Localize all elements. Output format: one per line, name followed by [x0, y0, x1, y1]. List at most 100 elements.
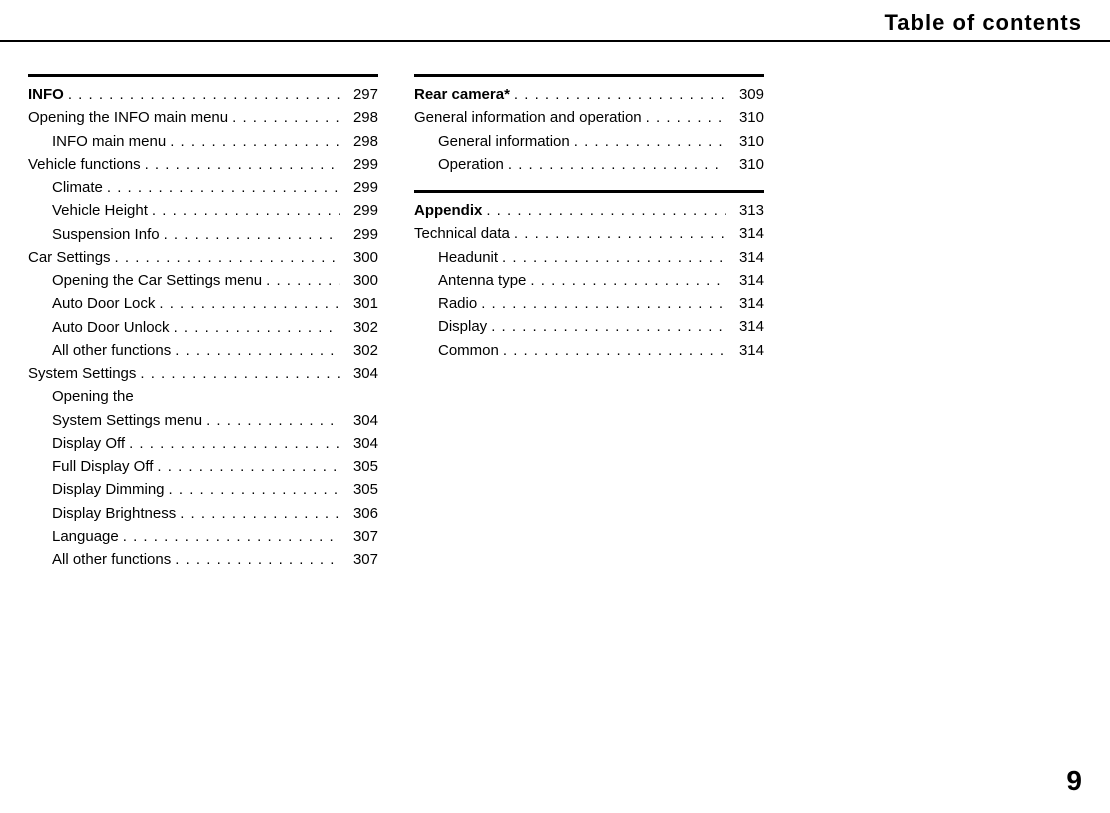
- toc-dots: . . . . . . . . . . . . . . . . . . . . …: [155, 292, 340, 315]
- toc-row: Common . . . . . . . . . . . . . . . . .…: [414, 339, 764, 362]
- toc-dots: . . . . . . . . . . . . . . . . . . . . …: [148, 199, 340, 222]
- toc-page: 314: [726, 246, 764, 269]
- toc-dots: . . . . . . . . . . . . . . . . . . . . …: [176, 502, 340, 525]
- toc-label: Display Brightness: [28, 502, 176, 525]
- toc-dots: . . . . . . . . . . . . . . . . . . . . …: [160, 223, 340, 246]
- toc-row: System Settings . . . . . . . . . . . . …: [28, 362, 378, 385]
- toc-row: Display Dimming . . . . . . . . . . . . …: [28, 478, 378, 501]
- toc-row: Display Off . . . . . . . . . . . . . . …: [28, 432, 378, 455]
- toc-row: Opening the: [28, 385, 378, 408]
- toc-row: System Settings menu . . . . . . . . . .…: [28, 409, 378, 432]
- toc-row: Display Brightness . . . . . . . . . . .…: [28, 502, 378, 525]
- toc-dots: . . . . . . . . . . . . . . . . . . . . …: [170, 316, 340, 339]
- toc-dots: . . . . . . . . . . . . . . . . . . . . …: [499, 339, 726, 362]
- toc-page: 307: [340, 525, 378, 548]
- toc-page: 299: [340, 199, 378, 222]
- toc-label: Headunit: [414, 246, 498, 269]
- toc-row: Auto Door Lock . . . . . . . . . . . . .…: [28, 292, 378, 315]
- toc-dots: . . . . . . . . . . . . . . . . . . . . …: [482, 199, 726, 222]
- toc-page: 314: [726, 339, 764, 362]
- toc-row: Appendix . . . . . . . . . . . . . . . .…: [414, 199, 764, 222]
- toc-label: Language: [28, 525, 119, 548]
- toc-row: Radio . . . . . . . . . . . . . . . . . …: [414, 292, 764, 315]
- toc-label: Antenna type: [414, 269, 526, 292]
- toc-page: 298: [340, 130, 378, 153]
- toc-dots: . . . . . . . . . . . . . . . . . . . . …: [262, 269, 340, 292]
- toc-row: Language . . . . . . . . . . . . . . . .…: [28, 525, 378, 548]
- toc-dots: . . . . . . . . . . . . . . . . . . . . …: [642, 106, 726, 129]
- toc-page: 304: [340, 409, 378, 432]
- toc-page: 300: [340, 246, 378, 269]
- toc-row: Rear camera* . . . . . . . . . . . . . .…: [414, 83, 764, 106]
- toc-page: 314: [726, 222, 764, 245]
- toc-label: Display Off: [28, 432, 125, 455]
- toc-page: 314: [726, 292, 764, 315]
- toc-row: INFO main menu . . . . . . . . . . . . .…: [28, 130, 378, 153]
- toc-column-1: INFO . . . . . . . . . . . . . . . . . .…: [28, 74, 378, 571]
- toc-page: 304: [340, 432, 378, 455]
- toc-dots: . . . . . . . . . . . . . . . . . . . . …: [487, 315, 726, 338]
- toc-row: Antenna type . . . . . . . . . . . . . .…: [414, 269, 764, 292]
- toc-row: Full Display Off . . . . . . . . . . . .…: [28, 455, 378, 478]
- toc-label: Opening the INFO main menu: [28, 106, 228, 129]
- toc-dots: . . . . . . . . . . . . . . . . . . . . …: [171, 548, 340, 571]
- toc-page: 299: [340, 153, 378, 176]
- toc-dots: . . . . . . . . . . . . . . . . . . . . …: [165, 478, 340, 501]
- toc-page: 310: [726, 130, 764, 153]
- toc-dots: . . . . . . . . . . . . . . . . . . . . …: [504, 153, 726, 176]
- toc-page: 310: [726, 106, 764, 129]
- toc-dots: . . . . . . . . . . . . . . . . . . . . …: [171, 339, 340, 362]
- toc-label: Radio: [414, 292, 477, 315]
- toc-page: 300: [340, 269, 378, 292]
- toc-dots: . . . . . . . . . . . . . . . . . . . . …: [477, 292, 726, 315]
- toc-label: System Settings menu: [28, 409, 202, 432]
- toc-dots: . . . . . . . . . . . . . . . . . . . . …: [228, 106, 340, 129]
- toc-dots: . . . . . . . . . . . . . . . . . . . . …: [510, 83, 726, 106]
- section-divider: [414, 190, 764, 193]
- toc-row: Opening the Car Settings menu . . . . . …: [28, 269, 378, 292]
- toc-label: Operation: [414, 153, 504, 176]
- toc-dots: . . . . . . . . . . . . . . . . . . . . …: [510, 222, 726, 245]
- toc-label: Car Settings: [28, 246, 111, 269]
- toc-dots: . . . . . . . . . . . . . . . . . . . . …: [103, 176, 340, 199]
- toc-row: All other functions . . . . . . . . . . …: [28, 548, 378, 571]
- toc-page: 299: [340, 176, 378, 199]
- toc-dots: . . . . . . . . . . . . . . . . . . . . …: [166, 130, 340, 153]
- toc-label: Display Dimming: [28, 478, 165, 501]
- toc-page: 306: [340, 502, 378, 525]
- section-divider: [414, 74, 764, 77]
- toc-dots: . . . . . . . . . . . . . . . . . . . . …: [498, 246, 726, 269]
- toc-page: 299: [340, 223, 378, 246]
- toc-row: Car Settings . . . . . . . . . . . . . .…: [28, 246, 378, 269]
- toc-page: 314: [726, 315, 764, 338]
- toc-dots: . . . . . . . . . . . . . . . . . . . . …: [111, 246, 340, 269]
- toc-dots: . . . . . . . . . . . . . . . . . . . . …: [141, 153, 340, 176]
- toc-row: Climate . . . . . . . . . . . . . . . . …: [28, 176, 378, 199]
- toc-page: 313: [726, 199, 764, 222]
- toc-row: Auto Door Unlock . . . . . . . . . . . .…: [28, 316, 378, 339]
- toc-page: 310: [726, 153, 764, 176]
- toc-label: Vehicle functions: [28, 153, 141, 176]
- toc-label: Auto Door Lock: [28, 292, 155, 315]
- toc-label: Climate: [28, 176, 103, 199]
- page-number: 9: [1066, 765, 1082, 797]
- toc-page: 307: [340, 548, 378, 571]
- toc-dots: . . . . . . . . . . . . . . . . . . . . …: [64, 83, 340, 106]
- toc-label: Common: [414, 339, 499, 362]
- toc-row: Vehicle Height . . . . . . . . . . . . .…: [28, 199, 378, 222]
- toc-page: 297: [340, 83, 378, 106]
- toc-dots: . . . . . . . . . . . . . . . . . . . . …: [153, 455, 340, 478]
- page-title: Table of contents: [0, 0, 1110, 40]
- toc-row: Headunit . . . . . . . . . . . . . . . .…: [414, 246, 764, 269]
- toc-dots: . . . . . . . . . . . . . . . . . . . . …: [119, 525, 340, 548]
- toc-page: 302: [340, 339, 378, 362]
- section-divider: [28, 74, 378, 77]
- toc-row: Suspension Info . . . . . . . . . . . . …: [28, 223, 378, 246]
- toc-label: All other functions: [28, 548, 171, 571]
- toc-label: Auto Door Unlock: [28, 316, 170, 339]
- toc-row: Opening the INFO main menu . . . . . . .…: [28, 106, 378, 129]
- toc-label: Rear camera*: [414, 83, 510, 106]
- toc-label: General information: [414, 130, 570, 153]
- toc-dots: . . . . . . . . . . . . . . . . . . . . …: [136, 362, 340, 385]
- toc-label: Full Display Off: [28, 455, 153, 478]
